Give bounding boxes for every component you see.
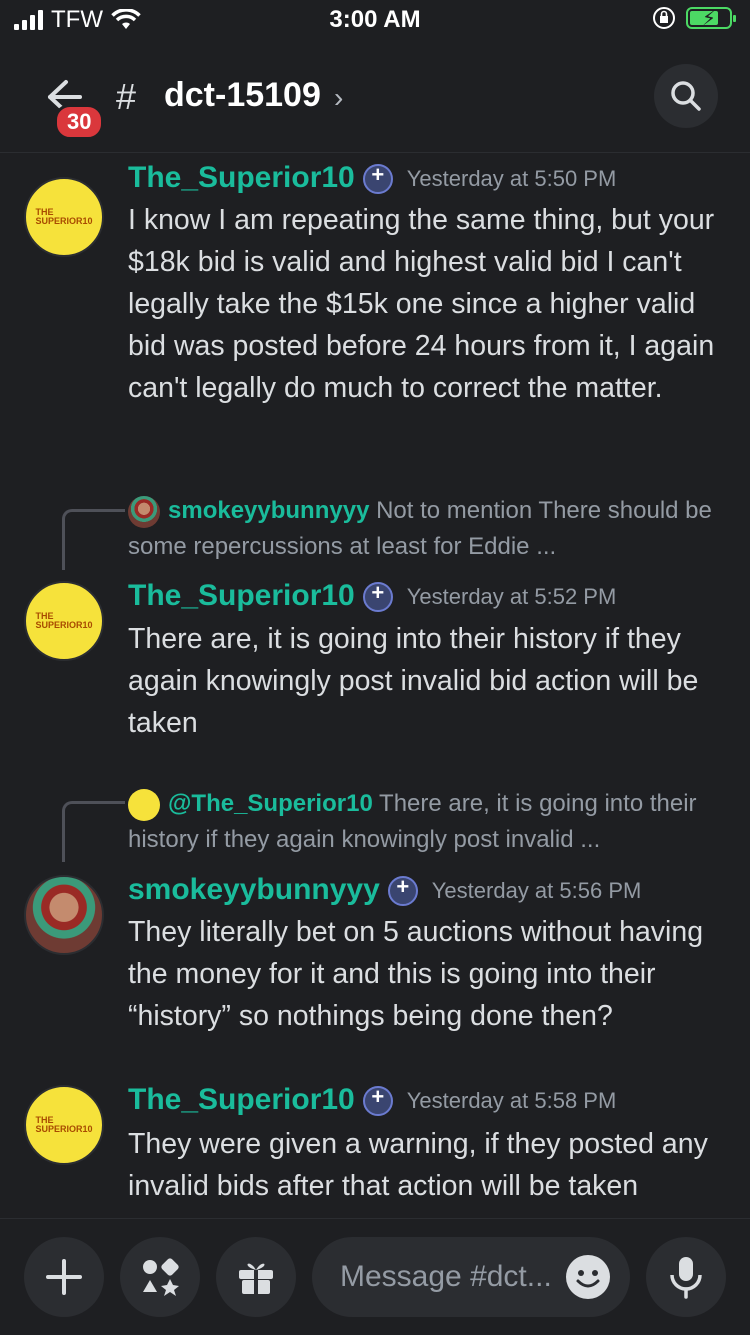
reply-preview[interactable]: @The_Superior10 There are, it is going i…: [128, 786, 728, 858]
timestamp: Yesterday at 5:50 PM: [406, 166, 617, 192]
gift-button[interactable]: [216, 1237, 296, 1317]
chevron-right-icon[interactable]: ›: [334, 82, 343, 114]
status-bar: TFW 3:00 AM ⚡: [0, 0, 750, 44]
channel-hash-icon: #: [116, 76, 137, 117]
emoji-icon[interactable]: [566, 1255, 610, 1299]
voice-message-button[interactable]: [646, 1237, 726, 1317]
message-header: The_Superior10 Yesterday at 5:50 PM: [128, 161, 616, 195]
reply-avatar: [128, 495, 160, 528]
role-icon: [362, 162, 393, 195]
role-icon: [387, 874, 418, 907]
timestamp: Yesterday at 5:58 PM: [406, 1088, 617, 1114]
reply-avatar: [128, 788, 160, 821]
message-list[interactable]: THESUPERIOR10 The_Superior10 Yesterday at…: [0, 153, 750, 1215]
message-header: The_Superior10 Yesterday at 5:52 PM: [128, 579, 616, 613]
reply-author: smokeyybunnyyy: [168, 497, 370, 524]
microphone-icon: [670, 1257, 702, 1299]
apps-icon: [143, 1258, 179, 1296]
search-button[interactable]: [654, 64, 718, 128]
username[interactable]: smokeyybunnyyy: [128, 873, 380, 906]
gift-icon: [239, 1263, 273, 1294]
role-icon: [362, 580, 393, 613]
username[interactable]: The_Superior10: [128, 1083, 355, 1116]
avatar[interactable]: THE SUPERIOR10: [24, 581, 104, 661]
reply-author: @The_Superior10: [168, 790, 373, 817]
message-placeholder: Message #dct...: [340, 1260, 552, 1293]
channel-name[interactable]: dct-15109: [164, 76, 321, 115]
timestamp: Yesterday at 5:56 PM: [431, 878, 642, 904]
avatar[interactable]: THE SUPERIOR10: [24, 177, 104, 257]
avatar-logo: THE SUPERIOR10: [35, 207, 93, 226]
message-text: There are, it is going into their histor…: [128, 623, 699, 739]
message-header: The_Superior10 Yesterday at 5:58 PM: [128, 1083, 616, 1117]
unread-badge: 30: [54, 104, 105, 140]
username[interactable]: The_Superior10: [128, 579, 355, 612]
clock: 3:00 AM: [329, 6, 421, 33]
status-right: ⚡: [652, 6, 736, 30]
reply-connector: [62, 509, 125, 570]
message-header: smokeyybunnyyy Yesterday at 5:56 PM: [128, 873, 641, 907]
timestamp: Yesterday at 5:52 PM: [406, 584, 617, 610]
battery-icon: ⚡: [686, 7, 736, 30]
plus-icon: [46, 1259, 82, 1295]
avatar-logo: THE SUPERIOR10: [35, 611, 93, 630]
message-text: They were given a warning, if they poste…: [128, 1128, 708, 1202]
channel-header: 30 # dct-15109 ›: [0, 52, 750, 153]
add-attachment-button[interactable]: [24, 1237, 104, 1317]
apps-button[interactable]: [120, 1237, 200, 1317]
reply-connector: [62, 801, 125, 862]
username[interactable]: The_Superior10: [128, 161, 355, 194]
reply-preview[interactable]: smokeyybunnyyy Not to mention There shou…: [128, 493, 728, 565]
orientation-lock-icon: [653, 7, 675, 29]
role-icon: [362, 1084, 393, 1117]
message-text: They literally bet on 5 auctions without…: [128, 916, 704, 1032]
message-input[interactable]: Message #dct...: [312, 1237, 630, 1317]
message-composer: Message #dct...: [0, 1218, 750, 1335]
avatar-logo: THE SUPERIOR10: [35, 1115, 93, 1134]
search-icon: [671, 81, 701, 111]
avatar[interactable]: THE SUPERIOR10: [24, 1085, 104, 1165]
message-text: I know I am repeating the same thing, bu…: [128, 204, 715, 404]
avatar[interactable]: [24, 875, 104, 955]
